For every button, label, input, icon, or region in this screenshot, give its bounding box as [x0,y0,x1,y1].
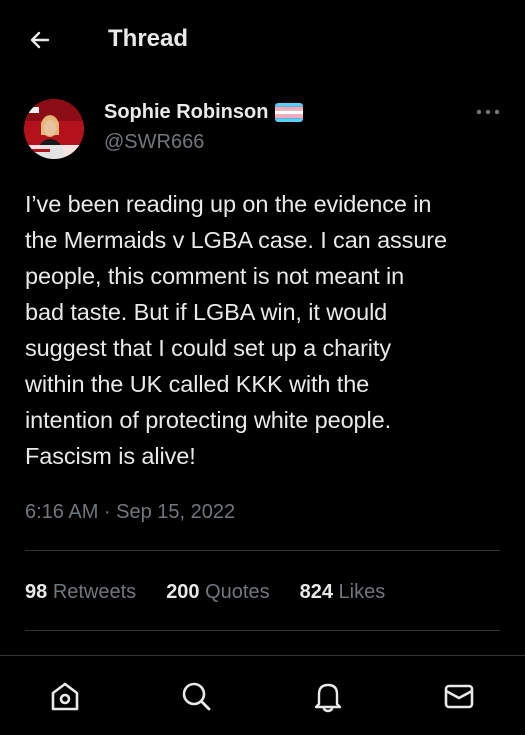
quotes-stat[interactable]: 200 Quotes [166,579,269,605]
nav-messages[interactable] [439,676,479,716]
tweet-line: Fascism is alive! [25,443,196,469]
avatar[interactable] [24,99,84,159]
top-bar: Thread [0,0,525,78]
tweet-line: I’ve been reading up on the evidence in [25,191,432,217]
nav-search[interactable] [176,676,216,716]
transgender-flag-icon [275,102,304,122]
notifications-icon [314,683,342,713]
likes-count: 824 [299,581,333,603]
back-button[interactable] [22,22,58,58]
likes-stat[interactable]: 824 Likes [300,579,386,605]
tweet-line: intention of protecting white people. [25,407,392,433]
retweets-stat[interactable]: 98 Retweets [25,579,136,605]
tweet-line: suggest that I could set up a charity [25,335,391,361]
arrow-left-icon [30,31,50,49]
likes-label: Likes [338,581,386,603]
tweet-author: Sophie Robinson @SWR666 [0,95,525,165]
divider [25,550,500,551]
display-name-text: Sophie Robinson [104,101,269,123]
more-dots-icon [476,109,500,115]
search-icon [182,682,211,711]
divider [25,630,500,631]
retweets-label: Retweets [52,581,137,603]
nav-notifications[interactable] [308,676,348,716]
tweet-stats: 98 Retweets 200 Quotes 824 Likes [25,579,385,605]
tweet-line: within the UK called KKK with the [25,371,370,397]
author-display-name[interactable]: Sophie Robinson [104,99,304,125]
tweet-body: I’ve been reading up on the evidence in … [25,186,505,474]
quotes-count: 200 [166,581,200,603]
messages-icon [444,684,474,709]
more-options-button[interactable] [471,101,505,123]
quotes-label: Quotes [205,581,270,603]
bottom-nav [0,656,525,735]
tweet-line: people, this comment is not meant in [25,263,405,289]
nav-home[interactable] [45,676,85,716]
tweet-timestamp[interactable]: 6:16 AM · Sep 15, 2022 [25,499,235,525]
avatar-image [24,99,84,159]
tweet-line: the Mermaids v LGBA case. I can assure [25,227,448,253]
tweet-line: bad taste. But if LGBA win, it would [25,299,388,325]
page-title: Thread [108,25,189,52]
home-icon [51,682,79,711]
author-handle[interactable]: @SWR666 [104,129,204,155]
retweets-count: 98 [25,581,48,603]
